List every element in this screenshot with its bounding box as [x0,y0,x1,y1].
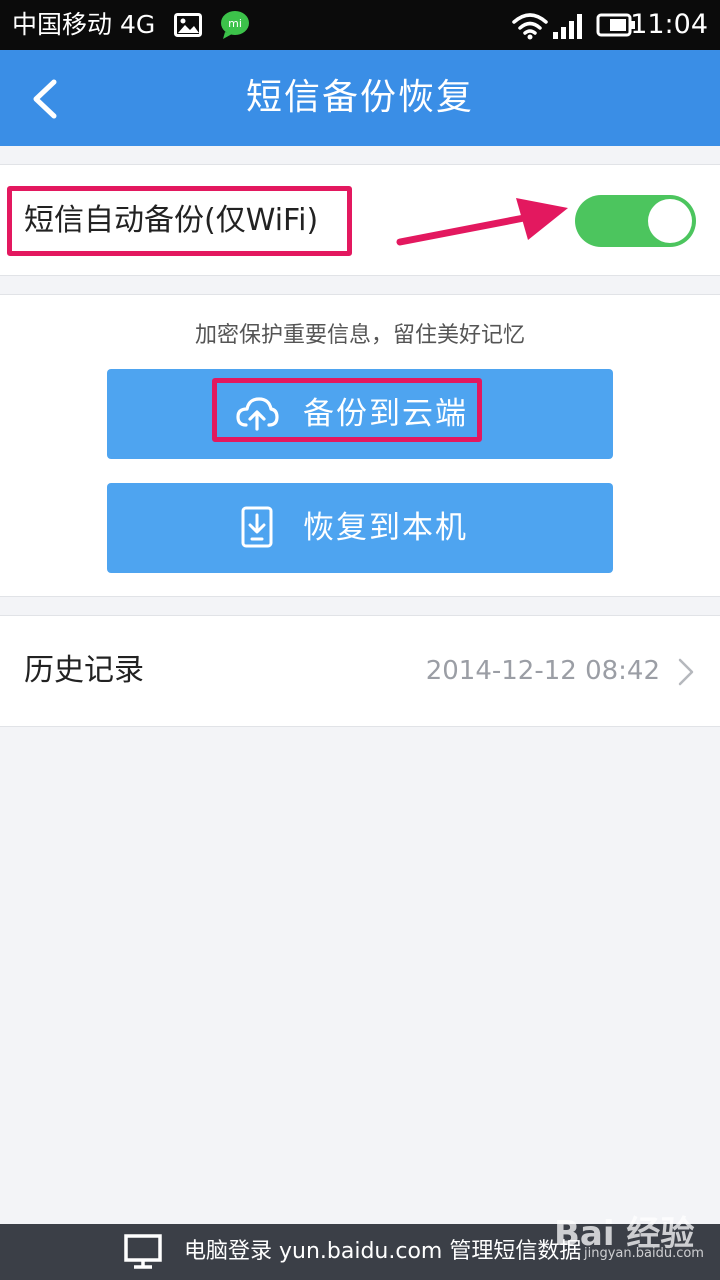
restore-to-device-button[interactable]: 恢复到本机 [107,483,613,573]
page-title: 短信备份恢复 [245,77,474,118]
pc-login-text: 电脑登录 yun.baidu.com 管理短信数据 [184,1239,582,1264]
mi-chat-icon: mi [221,11,249,39]
chevron-right-icon [678,658,694,686]
history-timestamp: 2014-12-12 08:42 [425,656,660,686]
chevron-left-icon[interactable] [28,78,62,120]
carrier-label: 中国移动 4G [12,10,156,39]
toggle-knob [648,199,692,243]
history-row[interactable]: 历史记录 2014-12-12 08:42 [0,615,720,727]
status-bar: 中国移动 4G mi 11:04 [0,0,720,50]
gallery-icon [174,13,202,37]
auto-backup-row: 短信自动备份(仅WiFi) [0,164,720,276]
phone-download-icon [241,506,273,548]
monitor-icon [124,1234,162,1269]
highlight-box: 短信自动备份(仅WiFi) [7,186,352,256]
auto-backup-toggle[interactable] [575,195,696,247]
restore-label: 恢复到本机 [303,510,468,546]
wifi-icon [512,13,548,40]
baidu-watermark: Bai 经验 jingyan.baidu.com [548,1196,704,1270]
signal-icon [553,14,582,39]
nav-bar: 短信备份恢复 [0,50,720,146]
svg-text:mi: mi [228,17,242,30]
backup-to-cloud-button[interactable]: 备份到云端 [107,369,613,459]
auto-backup-label: 短信自动备份(仅WiFi) [24,203,319,238]
backup-panel: 加密保护重要信息，留住美好记忆 备份到云端 恢复到本机 [0,294,720,597]
annotation-arrow [396,198,568,246]
watermark-url: jingyan.baidu.com [584,1246,704,1261]
clock: 11:04 [630,9,708,40]
highlight-box [212,378,482,442]
tagline: 加密保护重要信息，留住美好记忆 [194,323,525,348]
history-label: 历史记录 [24,653,144,688]
